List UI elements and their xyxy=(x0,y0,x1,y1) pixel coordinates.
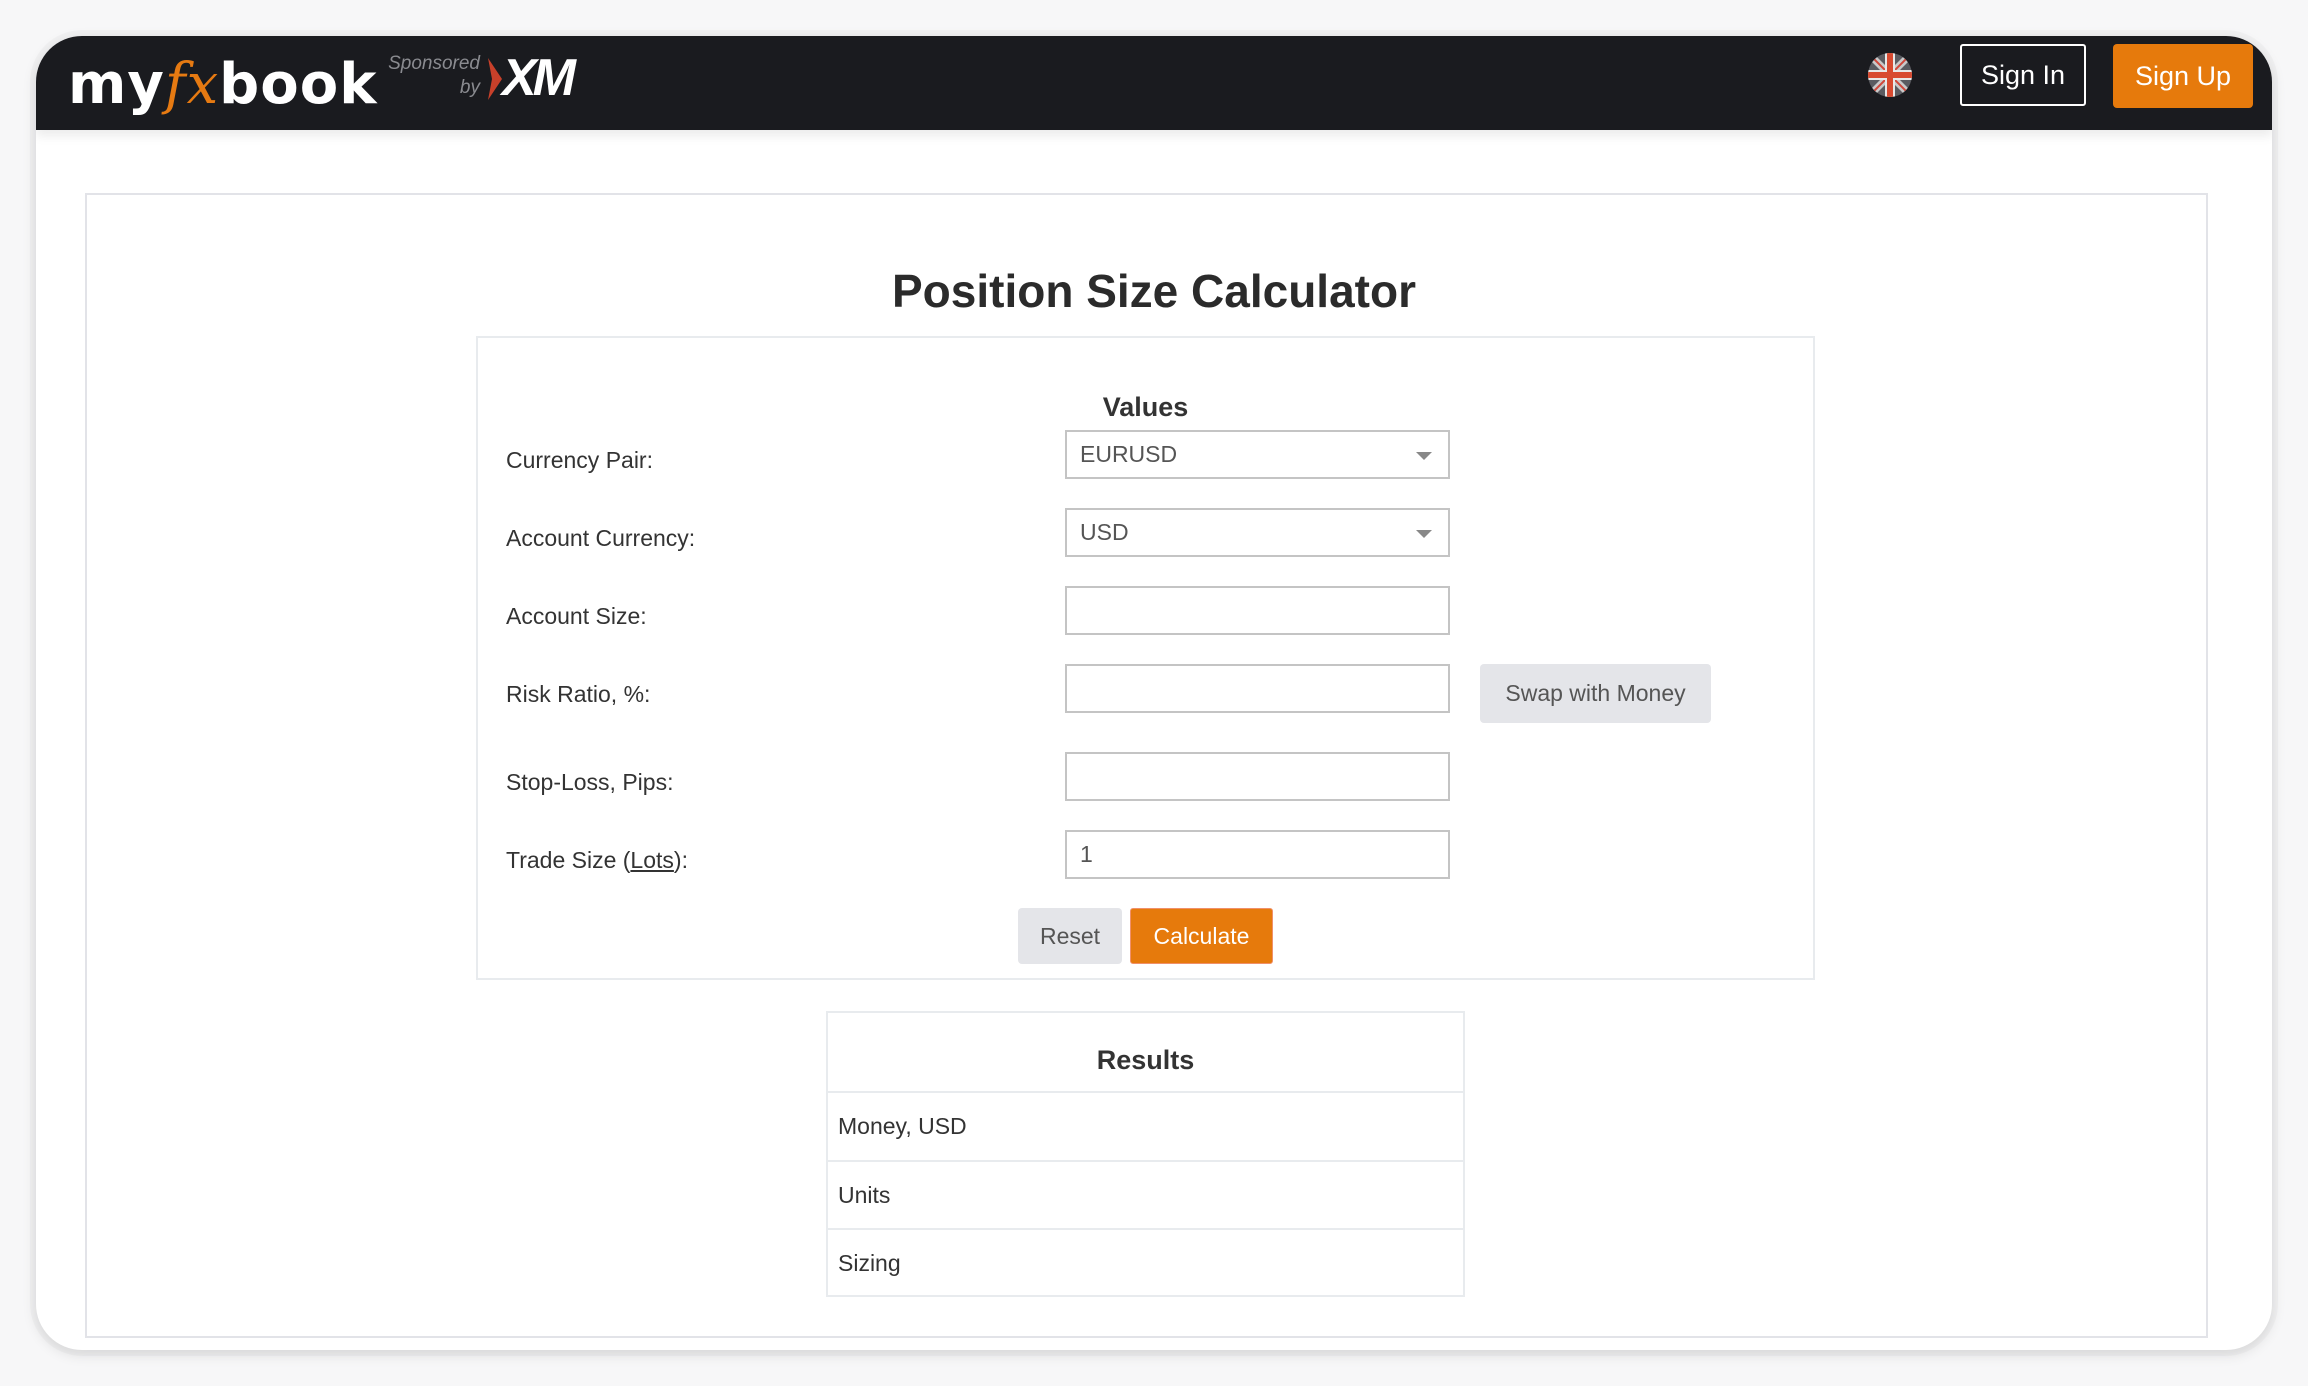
stop-loss-input[interactable] xyxy=(1065,752,1450,801)
logo-book: book xyxy=(219,52,378,117)
account-currency-select[interactable]: USD xyxy=(1065,508,1450,557)
result-row-sizing: Sizing xyxy=(828,1228,1463,1297)
chevron-down-icon xyxy=(1416,530,1432,538)
result-label: Units xyxy=(838,1182,891,1208)
values-heading: Values xyxy=(1102,392,1189,422)
page-title: Position Size Calculator xyxy=(892,265,1416,317)
trade-size-label-suffix: ): xyxy=(673,847,688,873)
lots-link[interactable]: Lots xyxy=(630,847,673,873)
trade-size-label-text: Trade Size ( xyxy=(506,847,631,873)
risk-ratio-input[interactable] xyxy=(1065,664,1450,713)
results-panel: Results Money, USD Units Sizing xyxy=(826,1011,1465,1297)
risk-ratio-label: Risk Ratio, %: xyxy=(506,681,651,707)
top-navbar: myfxbook Sponsored by XM Sign In Sign Up xyxy=(36,36,2272,130)
uk-flag-icon[interactable] xyxy=(1868,53,1912,97)
logo-fx: fx xyxy=(164,52,220,117)
sponsored-line: Sponsored xyxy=(388,53,480,74)
xm-sponsor-logo[interactable]: XM xyxy=(502,48,576,108)
browser-window: myfxbook Sponsored by XM Sign In Sign Up… xyxy=(36,36,2272,1350)
result-row-money: Money, USD xyxy=(828,1091,1463,1160)
logo-my: my xyxy=(68,52,165,117)
trade-size-label: Trade Size (Lots): xyxy=(506,847,688,874)
sponsored-by-text: Sponsored by xyxy=(380,52,480,100)
results-heading: Results xyxy=(1096,1045,1195,1075)
sign-up-button[interactable]: Sign Up xyxy=(2113,44,2253,108)
reset-button[interactable]: Reset xyxy=(1018,908,1122,964)
result-row-units: Units xyxy=(828,1160,1463,1229)
result-label: Money, USD xyxy=(838,1113,967,1139)
account-size-input[interactable] xyxy=(1065,586,1450,635)
swap-with-money-button[interactable]: Swap with Money xyxy=(1480,664,1711,723)
chevron-down-icon xyxy=(1416,452,1432,460)
trade-size-input[interactable]: 1 xyxy=(1065,830,1450,879)
account-currency-value: USD xyxy=(1080,519,1129,545)
currency-pair-select[interactable]: EURUSD xyxy=(1065,430,1450,479)
calculate-button[interactable]: Calculate xyxy=(1130,908,1273,964)
result-label: Sizing xyxy=(838,1250,901,1276)
currency-pair-value: EURUSD xyxy=(1080,441,1178,467)
currency-pair-label: Currency Pair: xyxy=(506,447,653,473)
sign-in-button[interactable]: Sign In xyxy=(1960,44,2086,106)
stop-loss-label: Stop-Loss, Pips: xyxy=(506,769,674,795)
account-size-label: Account Size: xyxy=(506,603,647,629)
by-line: by xyxy=(459,77,480,98)
account-currency-label: Account Currency: xyxy=(506,525,696,551)
logo-text: myfxbook xyxy=(68,52,377,117)
